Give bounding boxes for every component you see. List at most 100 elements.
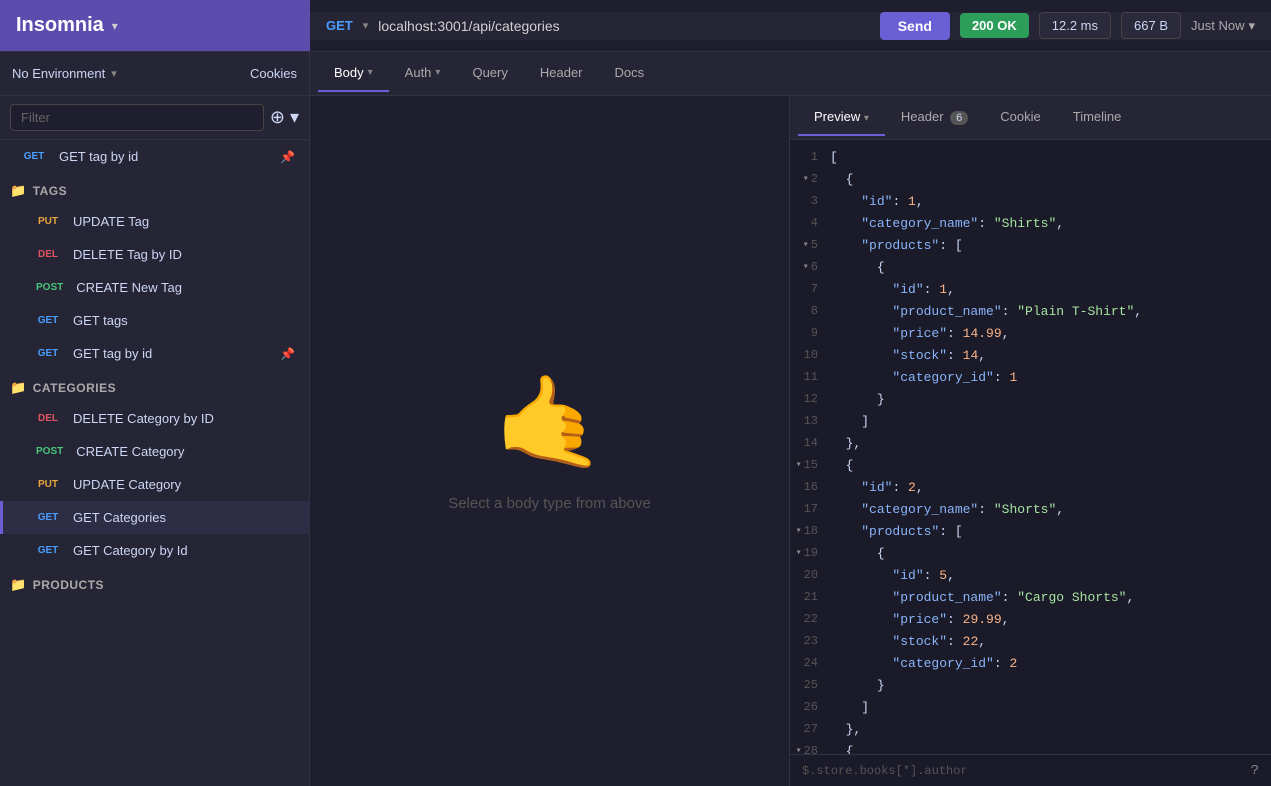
method-badge: GET — [31, 346, 65, 361]
filter-input[interactable] — [10, 104, 264, 131]
method-badge: POST — [31, 280, 68, 295]
sidebar-item-label: DELETE Tag by ID — [73, 247, 182, 262]
main-content: No Environment ▾ Cookies ⊕ ▾ GET GET tag… — [0, 52, 1271, 786]
code-line: 12 } — [790, 390, 1271, 412]
code-line: 7 "id": 1, — [790, 280, 1271, 302]
sidebar-item-get-categories[interactable]: GET GET Categories — [0, 501, 309, 534]
pin-icon: 📌 — [280, 150, 295, 164]
tab-query[interactable]: Query — [456, 55, 523, 92]
code-line: 4 "category_name": "Shirts", — [790, 214, 1271, 236]
right-panel: Body ▾ Auth ▾ Query Header Docs 🤙 Select — [310, 52, 1271, 786]
app-chevron[interactable]: ▾ — [112, 19, 118, 33]
code-line: 24 "category_id": 2 — [790, 654, 1271, 676]
hand-illustration: 🤙 — [493, 370, 605, 475]
section-label: TAGS — [33, 184, 67, 198]
code-line: 26 ] — [790, 698, 1271, 720]
tab-cookie[interactable]: Cookie — [984, 99, 1056, 136]
query-display: $.store.books[*].author — [802, 764, 968, 778]
method-badge: GET — [31, 313, 65, 328]
code-line: 14 }, — [790, 434, 1271, 456]
code-line: 22 "price": 29.99, — [790, 610, 1271, 632]
tab-docs[interactable]: Docs — [599, 55, 661, 92]
cookies-button[interactable]: Cookies — [250, 66, 297, 81]
request-bar: GET ▾ localhost:3001/api/categories Send… — [310, 12, 1271, 40]
section-tags[interactable]: 📁 TAGS — [0, 173, 309, 205]
sidebar-item-label: GET Categories — [73, 510, 166, 525]
code-line: 11 "category_id": 1 — [790, 368, 1271, 390]
code-line: 20 "id": 5, — [790, 566, 1271, 588]
tab-header[interactable]: Header — [524, 55, 599, 92]
pin-icon: 📌 — [280, 347, 295, 361]
sidebar-item-label: GET tag by id — [59, 149, 138, 164]
panels: 🤙 Select a body type from above Preview … — [310, 96, 1271, 786]
sidebar-item-label: GET Category by Id — [73, 543, 188, 558]
sidebar-item-get-tag-id[interactable]: GET GET tag by id 📌 — [0, 337, 309, 370]
send-button[interactable]: Send — [880, 12, 950, 40]
request-method[interactable]: GET — [326, 18, 353, 33]
request-tabs: Body ▾ Auth ▾ Query Header Docs — [310, 52, 1271, 96]
folder-icon: 📁 — [10, 380, 27, 396]
code-line: 27 }, — [790, 720, 1271, 742]
sidebar-item-get-category-id[interactable]: GET GET Category by Id — [0, 534, 309, 567]
sidebar-item-label: UPDATE Category — [73, 477, 181, 492]
method-badge: GET — [31, 510, 65, 525]
tab-timeline[interactable]: Timeline — [1057, 99, 1138, 136]
code-line: ▾18 "products": [ — [790, 522, 1271, 544]
sidebar-item-label: GET tags — [73, 313, 128, 328]
sidebar-item-create-tag[interactable]: POST CREATE New Tag — [0, 271, 309, 304]
topbar: Insomnia ▾ GET ▾ localhost:3001/api/cate… — [0, 0, 1271, 52]
method-chevron[interactable]: ▾ — [363, 19, 369, 32]
help-icon[interactable]: ? — [1251, 763, 1259, 779]
code-line: 10 "stock": 14, — [790, 346, 1271, 368]
response-panel: Preview ▾ Header 6 Cookie Timeline 1 [ — [790, 96, 1271, 786]
sidebar-content: GET GET tag by id 📌 📁 TAGS PUT UPDATE Ta… — [0, 140, 309, 786]
size-stat: 667 B — [1121, 12, 1181, 39]
code-line: 9 "price": 14.99, — [790, 324, 1271, 346]
timestamp: Just Now ▾ — [1191, 18, 1255, 34]
code-line: 13 ] — [790, 412, 1271, 434]
section-label: CATEGORIES — [33, 381, 116, 395]
tab-body[interactable]: Body ▾ — [318, 55, 389, 92]
code-line: ▾19 { — [790, 544, 1271, 566]
environment-selector[interactable]: No Environment ▾ — [12, 66, 117, 81]
code-line: 25 } — [790, 676, 1271, 698]
status-badge: 200 OK — [960, 13, 1029, 38]
sidebar-item-update-tag[interactable]: PUT UPDATE Tag — [0, 205, 309, 238]
code-line: ▾15 { — [790, 456, 1271, 478]
section-products[interactable]: 📁 PRODUCTS — [0, 567, 309, 599]
sidebar-item-get-tag-pinned[interactable]: GET GET tag by id 📌 — [0, 140, 309, 173]
sidebar-item-get-tags[interactable]: GET GET tags — [0, 304, 309, 337]
sidebar-item-label: UPDATE Tag — [73, 214, 149, 229]
code-line: ▾6 { — [790, 258, 1271, 280]
filter-bar: ⊕ ▾ — [0, 96, 309, 140]
tab-resp-header[interactable]: Header 6 — [885, 99, 984, 136]
add-button[interactable]: ⊕ ▾ — [270, 107, 299, 128]
sidebar-item-label: DELETE Category by ID — [73, 411, 214, 426]
folder-icon: 📁 — [10, 577, 27, 593]
sidebar-item-label: CREATE Category — [76, 444, 184, 459]
section-categories[interactable]: 📁 CATEGORIES — [0, 370, 309, 402]
sidebar-item-delete-category[interactable]: DEL DELETE Category by ID — [0, 402, 309, 435]
app-header: Insomnia ▾ — [0, 0, 310, 51]
sidebar: No Environment ▾ Cookies ⊕ ▾ GET GET tag… — [0, 52, 310, 786]
folder-icon: 📁 — [10, 183, 27, 199]
method-badge: PUT — [31, 214, 65, 229]
code-line: ▾2 { — [790, 170, 1271, 192]
sidebar-item-delete-tag[interactable]: DEL DELETE Tag by ID — [0, 238, 309, 271]
code-view: 1 [ ▾2 { 3 "id": 1, 4 "category_name": " — [790, 140, 1271, 754]
code-line: 17 "category_name": "Shorts", — [790, 500, 1271, 522]
method-badge: PUT — [31, 477, 65, 492]
env-bar: No Environment ▾ Cookies — [0, 52, 309, 96]
tab-auth[interactable]: Auth ▾ — [389, 55, 457, 92]
body-hint: Select a body type from above — [448, 495, 651, 512]
response-tabs: Preview ▾ Header 6 Cookie Timeline — [790, 96, 1271, 140]
sidebar-item-create-category[interactable]: POST CREATE Category — [0, 435, 309, 468]
code-line: 3 "id": 1, — [790, 192, 1271, 214]
tab-preview[interactable]: Preview ▾ — [798, 99, 885, 136]
request-body-panel: 🤙 Select a body type from above — [310, 96, 790, 786]
method-badge: GET — [17, 149, 51, 164]
code-line: 8 "product_name": "Plain T-Shirt", — [790, 302, 1271, 324]
url-display[interactable]: localhost:3001/api/categories — [378, 18, 869, 34]
time-stat: 12.2 ms — [1039, 12, 1111, 39]
sidebar-item-update-category[interactable]: PUT UPDATE Category — [0, 468, 309, 501]
